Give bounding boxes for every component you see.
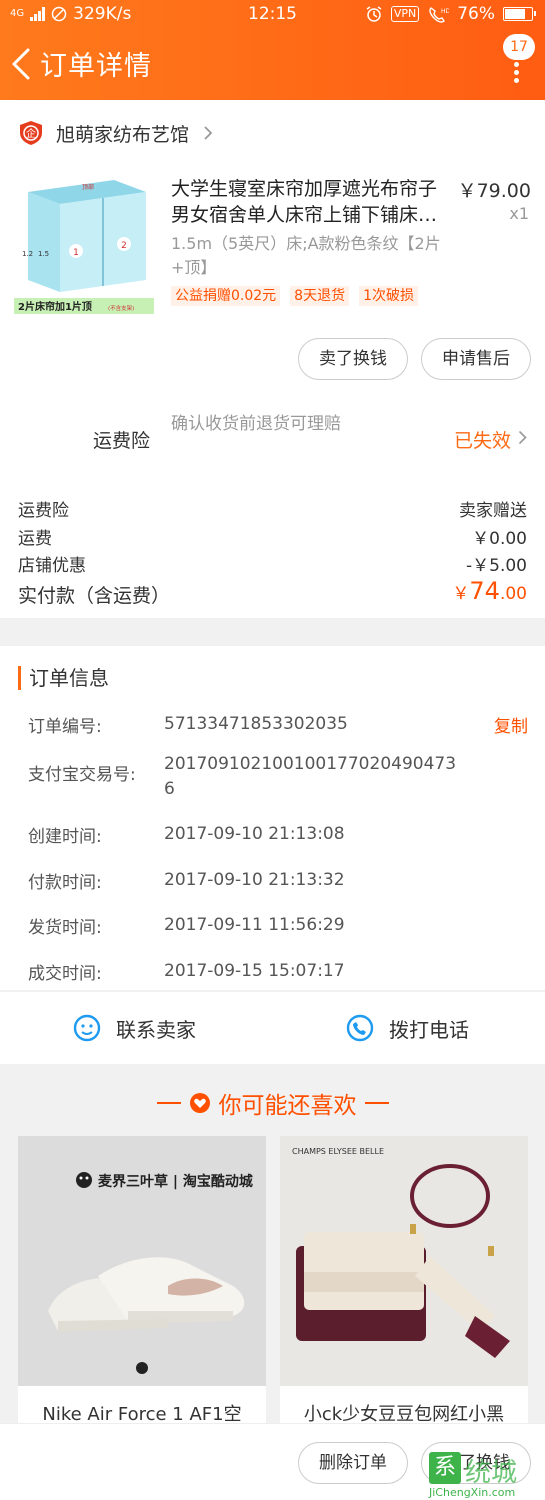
shop-link[interactable]: 企 旭萌家纺布艺馆 — [18, 118, 213, 148]
total-label: 实付款（含运费） — [18, 584, 171, 607]
tag-return: 8天退货 — [290, 286, 350, 306]
tag-damage: 1次破损 — [359, 286, 419, 306]
order-card: 企 旭萌家纺布艺馆 顶部 1 2 1.2 1.5 2片床帘加1片顶 (不含支架)… — [0, 100, 545, 618]
fee-row-shipping: 运费 ￥0.00 — [18, 528, 527, 549]
call-phone-label: 拨打电话 — [389, 1017, 469, 1042]
svg-text:顶部: 顶部 — [82, 183, 94, 191]
svg-text:1.2: 1.2 — [22, 250, 33, 258]
shop-enterprise-icon: 企 — [20, 121, 42, 145]
shop-name: 旭萌家纺布艺馆 — [56, 123, 190, 146]
after-sale-button[interactable]: 申请售后 — [421, 338, 531, 380]
more-menu-button[interactable]: 17 — [499, 34, 535, 84]
message-count-badge: 17 — [503, 34, 535, 60]
total-paid-row: 实付款（含运费） ￥74.00 — [18, 577, 527, 613]
decor-line-right — [364, 1102, 389, 1104]
tag-charity: 公益捐赠0.02元 — [171, 286, 281, 306]
phone-icon — [346, 1014, 374, 1042]
top-header: 4G 329K/s 12:15 VPN HD 76% 订单详情 17 — [0, 0, 545, 100]
sell-exchange-button[interactable]: 卖了换钱 — [298, 338, 408, 380]
vpn-icon: VPN — [390, 6, 420, 22]
alarm-icon — [366, 6, 382, 22]
watermark-url: JiChengXin.com — [429, 1486, 516, 1499]
svg-text:(不含支架): (不含支架) — [108, 304, 134, 312]
hd-call-icon: HD — [429, 7, 449, 23]
call-phone-button[interactable]: 拨打电话 — [345, 1012, 469, 1044]
sneaker-product-image: 麦界三叶草 | 淘宝酷动城 — [18, 1136, 266, 1386]
svg-text:1.5: 1.5 — [38, 250, 49, 258]
insurance-desc: 确认收货前退货可理赔 — [171, 414, 341, 434]
fee-row-discount: 店铺优惠 -￥5.00 — [18, 556, 527, 576]
recommend-title: 你可能还喜欢 — [218, 1093, 357, 1119]
order-info-section: 订单信息 订单编号: 57133471853302035 复制 支付宝交易号: … — [0, 646, 545, 990]
battery-percent: 76% — [457, 4, 495, 24]
insurance-label: 运费险 — [93, 430, 151, 452]
contact-bar: 联系卖家 拨打电话 — [0, 992, 545, 1064]
delete-order-button[interactable]: 删除订单 — [298, 1442, 408, 1484]
recommend-header: 你可能还喜欢 — [0, 1078, 545, 1128]
info-row-alipay-no: 支付宝交易号: 2017091021001001770204904736 — [28, 754, 457, 799]
page-title: 订单详情 — [40, 51, 152, 82]
order-info-title: 订单信息 — [18, 666, 109, 690]
fee-list: 运费险 卖家赠送 运费 ￥0.00 店铺优惠 -￥5.00 实付款（含运费） ￥… — [18, 494, 527, 613]
watermark-logo: 系 — [429, 1452, 461, 1484]
status-right: VPN HD 76% — [365, 4, 536, 24]
watermark-name: 统城 — [465, 1458, 518, 1488]
chevron-right-icon — [518, 430, 527, 445]
shipping-insurance-row[interactable]: 运费险 确认收货前退货可理赔 已失效 — [0, 410, 545, 466]
copy-button[interactable]: 复制 — [494, 712, 528, 737]
battery-icon — [503, 7, 536, 21]
svg-text:麦界三叶草 | 淘宝酷动城: 麦界三叶草 | 淘宝酷动城 — [98, 1173, 253, 1190]
recommend-item[interactable]: CHAMPS ELYSEE BELLE 小ck少女豆豆包网红小黑 — [280, 1136, 528, 1436]
contact-seller-button[interactable]: 联系卖家 — [72, 1012, 196, 1044]
recommend-item[interactable]: 麦界三叶草 | 淘宝酷动城 Nike Air Force 1 AF1空 — [18, 1136, 266, 1436]
site-watermark: 系 统城 JiChengXin.com — [429, 1452, 541, 1499]
svg-text:2片床帘加1片顶: 2片床帘加1片顶 — [18, 300, 92, 313]
insurance-status: 已失效 — [453, 430, 511, 452]
heart-icon — [189, 1093, 210, 1113]
product-quantity: x1 — [509, 204, 529, 223]
total-amount: ￥74.00 — [452, 576, 527, 605]
product-price: ￥79.00 — [457, 180, 531, 202]
product-sku: 1.5m（5英尺）床;A款粉色条纹【2片+顶】 — [171, 234, 441, 277]
status-bar: 4G 329K/s 12:15 VPN HD 76% — [0, 0, 545, 30]
handbag-product-image: CHAMPS ELYSEE BELLE — [280, 1136, 528, 1386]
fee-row-insurance: 运费险 卖家赠送 — [18, 501, 527, 521]
svg-text:HD: HD — [441, 8, 449, 15]
chat-face-icon — [73, 1014, 101, 1042]
svg-text:1: 1 — [73, 248, 79, 258]
chevron-right-icon — [204, 126, 213, 140]
svg-text:CHAMPS ELYSEE BELLE: CHAMPS ELYSEE BELLE — [292, 1147, 384, 1156]
back-arrow-icon[interactable] — [8, 46, 36, 82]
more-dots-icon — [514, 62, 520, 83]
decor-line-left — [156, 1102, 181, 1104]
svg-text:企: 企 — [26, 127, 36, 140]
contact-seller-label: 联系卖家 — [116, 1017, 196, 1042]
svg-text:2: 2 — [121, 241, 127, 251]
product-image[interactable]: 顶部 1 2 1.2 1.5 2片床帘加1片顶 (不含支架) — [14, 172, 154, 314]
bottom-action-bar: 删除订单 卖了换钱 系 统城 JiChengXin.com — [0, 1423, 545, 1500]
service-tags: 公益捐赠0.02元 8天退货 1次破损 — [171, 286, 419, 306]
product-title[interactable]: 大学生寝室床帘加厚遮光布帘子男女宿舍单人床帘上铺下铺床… — [171, 176, 451, 228]
